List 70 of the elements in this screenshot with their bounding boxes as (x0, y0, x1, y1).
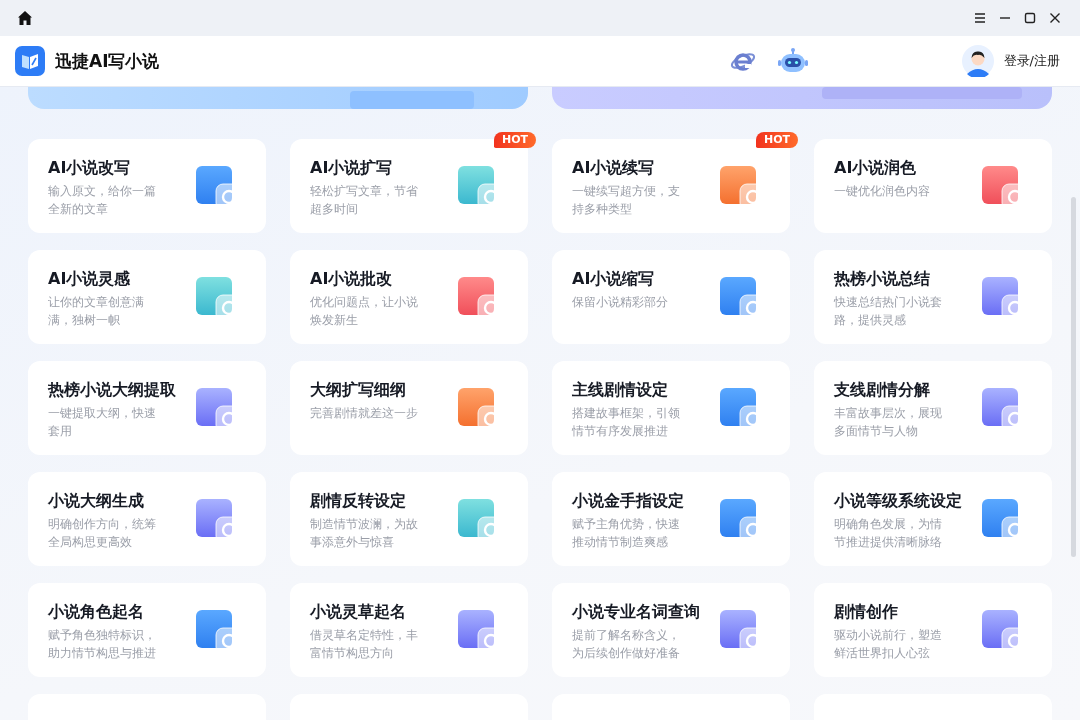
tool-description: 轻松扩写文章，节省超多时间 (310, 183, 419, 218)
tool-description: 驱动小说前行，塑造鲜活世界扣人心弦 (834, 627, 943, 662)
tool-title: 小说大纲生成 (48, 490, 145, 512)
home-icon[interactable] (17, 10, 33, 26)
tool-description: 保留小说精彩部分 (572, 294, 669, 311)
avatar-icon[interactable] (961, 45, 994, 77)
tool-card[interactable]: AI小说润色 一键优化润色内容 (814, 139, 1052, 233)
tool-description: 一键续写超方便，支持多种类型 (572, 183, 681, 218)
tool-title: 小说等级系统设定 (834, 490, 963, 512)
tool-card[interactable]: AI小说批改 优化问题点，让小说焕发新生 (290, 250, 528, 344)
app-logo-icon (15, 46, 45, 76)
tool-description: 丰富故事层次，展现多面情节与人物 (834, 405, 943, 440)
tool-description: 赋予主角优势，快速推动情节制造爽感 (572, 516, 681, 551)
hot-badge: HOT (755, 132, 798, 148)
tool-description: 明确创作方向，统筹全局构思更高效 (48, 516, 157, 551)
tool-card[interactable]: 热榜小说大纲提取 一键提取大纲，快速套用 (28, 361, 266, 455)
tool-description: 一键提取大纲，快速套用 (48, 405, 157, 440)
tool-title: 小说金手指设定 (572, 490, 685, 512)
tool-description: 让你的文章创意满满，独树一帜 (48, 294, 145, 329)
tool-title: 大纲扩写细纲 (310, 379, 407, 401)
tool-card[interactable]: AI小说改写 输入原文，给你一篇全新的文章 (28, 139, 266, 233)
maximize-icon[interactable] (1023, 11, 1037, 25)
tool-description: 提前了解名称含义，为后续创作做好准备 (572, 627, 681, 662)
tool-title: AI小说扩写 (310, 157, 394, 179)
tool-description: 优化问题点，让小说焕发新生 (310, 294, 419, 329)
tool-description: 搭建故事框架，引领情节有序发展推进 (572, 405, 681, 440)
tool-title: 小说专业名词查询 (572, 601, 701, 623)
scrollbar[interactable] (1071, 197, 1076, 557)
tool-description: 明确角色发展，为情节推进提供清晰脉络 (834, 516, 943, 551)
login-link[interactable]: 登录/注册 (1003, 52, 1060, 70)
close-icon[interactable] (1048, 11, 1062, 25)
tool-title: 支线剧情分解 (834, 379, 931, 401)
tool-title: 小说灵草起名 (310, 601, 407, 623)
tool-description: 完善剧情就差这一步 (310, 405, 419, 422)
tool-title: 剧情反转设定 (310, 490, 407, 512)
app-title: 迅捷AI写小说 (55, 49, 160, 73)
tool-card[interactable]: 小说专业名词查询 提前了解名称含义，为后续创作做好准备 (552, 583, 790, 677)
tool-card[interactable]: 小说金手指设定 赋予主角优势，快速推动情节制造爽感 (552, 472, 790, 566)
tool-card[interactable]: AI小说缩写 保留小说精彩部分 (552, 250, 790, 344)
tool-card[interactable]: 支线剧情分解 丰富故事层次，展现多面情节与人物 (814, 361, 1052, 455)
tool-card[interactable]: AI小说灵感 让你的文章创意满满，独树一帜 (28, 250, 266, 344)
tool-card[interactable]: 小说等级系统设定 明确角色发展，为情节推进提供清晰脉络 (814, 472, 1052, 566)
tool-title: 小说角色起名 (48, 601, 145, 623)
tool-card[interactable]: 小说角色起名 赋予角色独特标识，助力情节构思与推进 (28, 583, 266, 677)
tool-title: 主线剧情设定 (572, 379, 669, 401)
robot-icon[interactable] (777, 47, 808, 75)
tool-card[interactable]: 主线剧情设定 搭建故事框架，引领情节有序发展推进 (552, 361, 790, 455)
hot-badge: HOT (493, 132, 536, 148)
tool-title: AI小说改写 (48, 157, 132, 179)
tool-description: 赋予角色独特标识，助力情节构思与推进 (48, 627, 157, 662)
tool-card[interactable]: 热榜小说总结 快速总结热门小说套路，提供灵感 (814, 250, 1052, 344)
tool-description: 制造情节波澜，为故事添意外与惊喜 (310, 516, 419, 551)
tool-title: 剧情创作 (834, 601, 899, 623)
tool-title: 热榜小说大纲提取 (48, 379, 177, 401)
tool-title: 热榜小说总结 (834, 268, 931, 290)
tool-card[interactable]: 小说大纲生成 明确创作方向，统筹全局构思更高效 (28, 472, 266, 566)
menu-icon[interactable] (973, 11, 987, 25)
tool-card[interactable]: 剧情创作 驱动小说前行，塑造鲜活世界扣人心弦 (814, 583, 1052, 677)
tool-description: 输入原文，给你一篇全新的文章 (48, 183, 157, 218)
tool-title: AI小说灵感 (48, 268, 132, 290)
tool-title: AI小说缩写 (572, 268, 656, 290)
tool-card[interactable]: 小说灵草起名 借灵草名定特性，丰富情节构思方向 (290, 583, 528, 677)
tool-card[interactable]: 剧情反转设定 制造情节波澜，为故事添意外与惊喜 (290, 472, 528, 566)
tool-title: AI小说润色 (834, 157, 918, 179)
tool-description: 快速总结热门小说套路，提供灵感 (834, 294, 943, 329)
tool-card[interactable]: 大纲扩写细纲 完善剧情就差这一步 (290, 361, 528, 455)
tool-title: AI小说续写 (572, 157, 656, 179)
tool-description: 借灵草名定特性，丰富情节构思方向 (310, 627, 419, 662)
tool-description: 一键优化润色内容 (834, 183, 931, 200)
tool-title: AI小说批改 (310, 268, 394, 290)
